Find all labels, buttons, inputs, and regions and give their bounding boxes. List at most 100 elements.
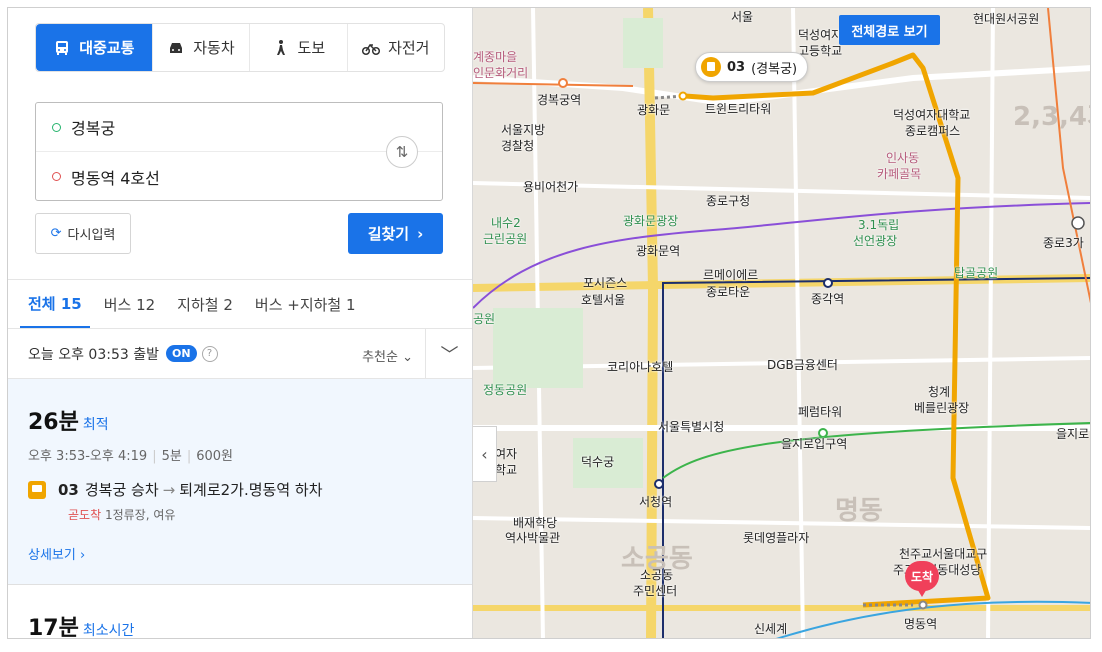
map-label: 주민센터 [633,584,678,598]
result-duration: 17분 최소시간 [28,610,135,639]
status-badge: 곧도착 [68,508,102,522]
refresh-icon: ⟳ [50,226,62,241]
result-tag: 최소시간 [82,623,135,639]
arrival-status: 곧도착 1정류장, 여유 [68,506,175,523]
origin-field[interactable]: 경복궁 [36,103,442,152]
map-label: 3.1독립 [858,218,900,232]
full-route-button[interactable]: 전체경로 보기 [839,15,940,45]
tab-bus[interactable]: 버스 12 [96,280,163,328]
find-route-button[interactable]: 길찾기 › [348,213,443,254]
map-label: 베를린광장 [914,401,970,415]
mode-transit[interactable]: 대중교통 [36,24,153,71]
route-segment: 03 경복궁 승차 → 퇴계로2가.명동역 하차 [28,479,323,500]
panel-toggle-handle[interactable]: ‹ [473,426,497,482]
chevron-down-icon: ⌄ [402,350,413,365]
duration-text: 26분 [28,410,79,435]
map-view[interactable]: 경복궁역 광화문 트윈트리타워 서울지방 경찰청 용비어천가 광화문광장 광화문… [473,8,1090,638]
map-label: 코리아나호텔 [607,360,674,374]
destination-text: 명동역 4호선 [71,168,160,188]
bus-stop-callout[interactable]: 03 (경복궁) [695,52,809,82]
map-label: 덕수궁 [581,455,615,469]
collapse-button[interactable]: ﹀ [425,329,472,378]
map-label: DGB금융센터 [767,358,838,372]
map-label: 정동공원 [483,383,528,397]
arrow-right-icon: → [162,480,176,499]
map-label: 내수2 [491,216,521,230]
map-label: 을지로 [1056,427,1090,441]
map-label: 덕성여자 [798,28,843,42]
destination-field[interactable]: 명동역 4호선 [36,152,442,201]
realtime-toggle[interactable]: ON [165,345,197,362]
map-label: 인문화거리 [473,66,529,80]
map-label: 소공동 [621,544,693,574]
transport-mode-tabs: 대중교통 자동차 도보 자전거 [35,23,445,72]
swap-route-button[interactable]: ⇅ [386,136,418,168]
map-label: 천주교서울대교구 [899,547,988,561]
chevron-right-icon: › [79,548,86,563]
mode-label: 도보 [297,39,326,57]
result-summary: 오후 3:53-오후 4:19 | 5분 | 600원 [28,449,233,464]
bus-icon [701,57,721,77]
map-label: 경찰청 [501,139,535,153]
map-label: 서울특별시청 [658,420,725,434]
map-label: 여자 [495,447,518,461]
map-label: 종로타운 [706,285,751,299]
tab-subway[interactable]: 지하철 2 [169,280,241,328]
tab-bus-subway[interactable]: 버스 +지하철 1 [247,280,364,328]
map-label: 광화문역 [636,244,681,258]
fare: 600원 [196,449,233,464]
bus-icon [56,40,69,55]
route-result-card[interactable]: 17분 최소시간 [8,586,472,639]
route-result-card[interactable]: 26분 최적 오후 3:53-오후 4:19 | 5분 | 600원 03 경복궁 승차 … [8,379,472,585]
map-label: 광화문 [637,103,671,117]
mode-label: 자동차 [193,39,235,57]
alight-stop: 퇴계로2가.명동역 하차 [179,481,323,499]
result-filter-tabs: 전체 15 버스 12 지하철 2 버스 +지하철 1 [8,279,472,329]
chevron-right-icon: › [417,224,424,243]
map-label: 종로캠퍼스 [905,124,961,138]
mode-car[interactable]: 자동차 [153,24,251,71]
map-label: 서청역 [639,495,673,509]
sort-dropdown[interactable]: 추천순 ⌄ [362,346,413,365]
map-label: 광화문광장 [623,214,679,228]
origin-dot-icon [52,122,61,132]
arrival-pin[interactable]: 도착 [905,561,939,599]
map-label: 종각역 [811,292,845,306]
help-icon[interactable]: ? [201,345,218,362]
map-label: 서울 [731,10,754,24]
departure-time-bar: 오늘 오후 03:53 출발 ON ? 추천순 ⌄ ﹀ [8,329,472,379]
time-range: 오후 3:53-오후 4:19 [28,449,148,464]
departure-time-text[interactable]: 오늘 오후 03:53 출발 [28,344,159,364]
map-label: 2,3,4가 [1013,102,1090,132]
map-label: 르메이에르 [703,268,759,282]
map-label: 종로3가 [1043,236,1084,250]
map-label: 공원 [473,312,496,326]
mode-bike[interactable]: 자전거 [348,24,444,71]
bike-icon [362,43,381,55]
bus-number: 03 [58,480,79,499]
map-label: 호텔서울 [581,293,626,307]
duration-text: 17분 [28,616,79,639]
map-label: 롯데영플라자 [743,531,810,545]
find-label: 길찾기 [367,225,410,243]
mode-label: 자전거 [388,39,430,57]
origin-text: 경복궁 [71,119,116,138]
reset-button[interactable]: ⟳ 다시입력 [35,213,131,254]
map-label: 트윈트리타워 [705,102,772,116]
mode-label: 대중교통 [79,39,135,57]
detail-link[interactable]: 상세보기 › [28,544,85,563]
map-label: 현대원서공원 [973,12,1040,26]
tab-all[interactable]: 전체 15 [20,280,90,328]
chevron-down-icon: ﹀ [440,344,459,366]
pin-tail [916,587,928,597]
app-frame: 대중교통 자동차 도보 자전거 경복궁 명동역 4호선 ⇅ ⟳ 다시입력 길찾기… [7,7,1091,639]
mode-walk[interactable]: 도보 [250,24,348,71]
map-label: 선언광장 [853,234,898,248]
map-label: 학교 [495,463,518,477]
destination-dot-icon [52,172,61,181]
map-label: 인사동 [886,151,920,165]
sort-label: 추천순 [362,350,398,365]
map-label: 신세계 [754,622,788,636]
map-label: 포시즌스 [583,276,628,290]
map-label: 탑골공원 [954,266,999,280]
